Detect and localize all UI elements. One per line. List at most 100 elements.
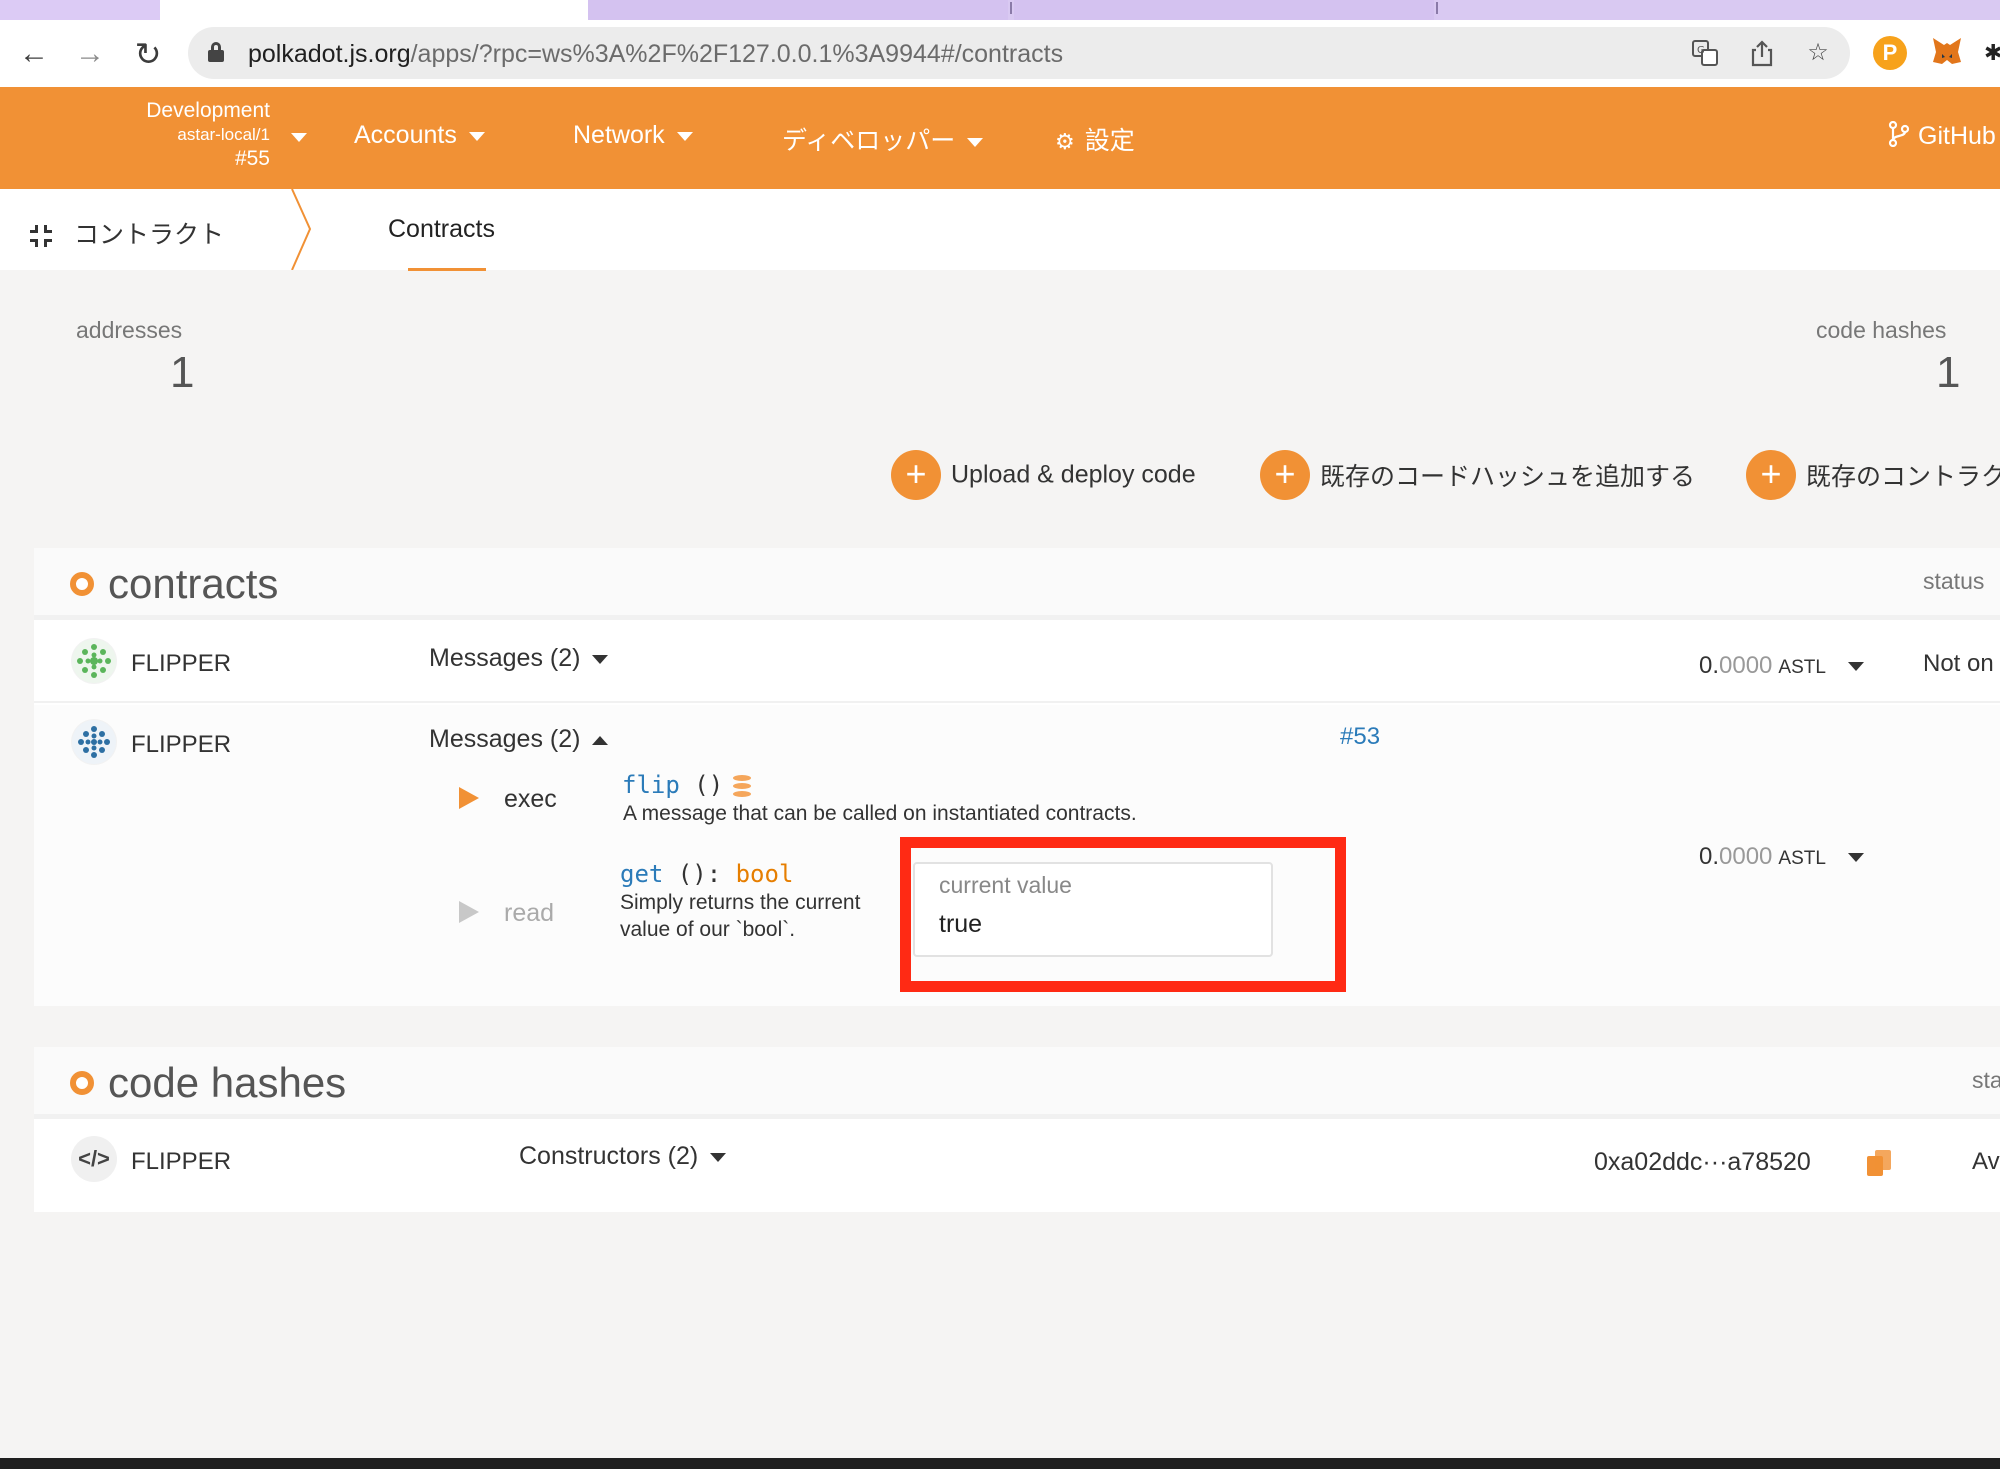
plus-icon: +	[1260, 450, 1310, 500]
chevron-up-icon	[592, 735, 609, 745]
url-path: /apps/?rpc=ws%3A%2F%2F127.0.0.1%3A9944#/…	[410, 40, 1064, 68]
menu-developer-label: ディベロッパー	[782, 127, 956, 155]
browser-tab[interactable]	[588, 0, 1008, 20]
chain-name: Development	[146, 99, 270, 122]
extensions-puzzle-icon[interactable]: ✱	[1984, 36, 2000, 70]
app-header: Development astar-local/1 #55 Accounts N…	[0, 87, 2000, 189]
addresses-count: 1	[170, 348, 195, 397]
chevron-down-icon	[676, 131, 693, 141]
code-hashes-count: 1	[1936, 348, 1961, 397]
constructors-toggle[interactable]: Constructors (2)	[519, 1142, 727, 1171]
messages-toggle[interactable]: Messages (2)	[429, 644, 609, 673]
code-hashes-table-header: code hashes sta	[34, 1047, 2000, 1119]
add-code-hash-label: 既存のコードハッシュを追加する	[1320, 463, 1696, 491]
upload-deploy-label: Upload & deploy code	[951, 460, 1196, 489]
browser-tab-active[interactable]	[160, 0, 588, 22]
addresses-label: addresses	[76, 317, 183, 343]
active-tab-indicator	[408, 268, 486, 271]
lock-icon[interactable]	[208, 42, 224, 62]
code-hashes-label: code hashes	[1816, 317, 1947, 343]
contract-status: Not on	[1923, 650, 1994, 677]
table-row: </> FLIPPER Constructors (2) 0xa02ddc···…	[34, 1124, 2000, 1212]
balance-unit: ASTL	[1778, 657, 1826, 678]
messages-toggle[interactable]: Messages (2)	[429, 725, 609, 754]
github-label: GitHub	[1918, 122, 1996, 151]
add-contract-label: 既存のコントラク	[1806, 463, 2000, 491]
flip-method-doc: A message that can be called on instanti…	[623, 802, 1137, 825]
table-row: FLIPPER Messages (2) 0.0000 ASTL Not on	[34, 625, 2000, 703]
browser-tab-previous[interactable]	[0, 0, 160, 20]
menu-accounts-label: Accounts	[354, 121, 457, 149]
chain-block: #55	[234, 147, 270, 170]
balance-unit: ASTL	[1778, 848, 1826, 869]
code-hash-name[interactable]: FLIPPER	[131, 1148, 231, 1176]
tab-contracts[interactable]: Contracts	[388, 215, 495, 244]
chain-runtime: astar-local/1	[177, 125, 270, 144]
breadcrumb-chevron-icon	[291, 189, 312, 270]
chevron-down-icon	[710, 1152, 727, 1162]
metamask-fox-icon[interactable]	[1930, 36, 1964, 70]
chevron-down-icon	[592, 654, 609, 664]
github-link[interactable]: GitHub	[1888, 120, 1996, 154]
tab-separator	[1010, 2, 1012, 14]
tab-separator	[1436, 2, 1438, 14]
contract-identicon[interactable]	[71, 638, 117, 684]
sub-navigation: コントラクト Contracts	[0, 189, 2000, 270]
upload-deploy-button[interactable]: + Upload & deploy code	[891, 450, 1196, 500]
menu-settings-label: 設定	[1084, 127, 1135, 155]
chevron-down-icon	[1847, 853, 1864, 863]
add-contract-button[interactable]: + 既存のコントラク	[1746, 450, 2000, 500]
collapse-icon[interactable]	[30, 225, 52, 248]
contract-block-link[interactable]: #53	[1340, 723, 1380, 751]
get-method-doc: Simply returns the current value of our `…	[620, 889, 860, 943]
contract-identicon[interactable]	[71, 719, 117, 765]
back-arrow-icon[interactable]: ←	[16, 36, 52, 72]
play-icon[interactable]	[459, 787, 479, 809]
get-doc-line-1: Simply returns the current	[620, 891, 861, 914]
flip-method: flip ()	[622, 771, 752, 799]
get-method: get (): bool	[620, 860, 793, 888]
reload-icon[interactable]: ↻	[130, 36, 166, 72]
url-text[interactable]: polkadot.js.org/apps/?rpc=ws%3A%2F%2F127…	[248, 40, 1063, 69]
gears-icon: ⚙	[1055, 129, 1075, 154]
chevron-down-icon	[468, 131, 485, 141]
section-dot-icon	[70, 1070, 94, 1095]
chevron-down-icon[interactable]	[291, 133, 307, 142]
translate-icon[interactable]: G	[1691, 39, 1719, 67]
balance-fraction: 0000	[1719, 843, 1773, 870]
messages-label: Messages (2)	[429, 644, 581, 672]
browser-tab[interactable]	[1014, 0, 1434, 20]
balance-integer: 0.	[1699, 843, 1720, 870]
flip-method-signature: ()	[679, 771, 724, 799]
code-hashes-table: code hashes sta </> FLIPPER Constructors…	[34, 1047, 2000, 1212]
contract-balance[interactable]: 0.0000 ASTL	[1699, 843, 1864, 871]
copy-icon[interactable]	[1867, 1150, 1891, 1176]
page: ← → ↻ polkadot.js.org/apps/?rpc=ws%3A%2F…	[0, 0, 2000, 1458]
get-method-signature: ():	[663, 860, 736, 888]
chain-selector[interactable]: Development astar-local/1 #55	[110, 99, 270, 171]
contract-name[interactable]: FLIPPER	[131, 650, 231, 678]
database-icon	[733, 775, 752, 797]
menu-network[interactable]: Network	[573, 121, 693, 150]
address-bar[interactable]: polkadot.js.org/apps/?rpc=ws%3A%2F%2F127…	[188, 27, 1850, 79]
add-code-hash-button[interactable]: + 既存のコードハッシュを追加する	[1260, 450, 1695, 500]
extension-p-icon[interactable]: P	[1873, 36, 1907, 70]
contract-name[interactable]: FLIPPER	[131, 731, 231, 759]
contracts-table-header: contracts status	[34, 548, 2000, 620]
plus-icon: +	[1746, 450, 1796, 500]
get-method-name: get	[620, 860, 664, 888]
bookmark-star-icon[interactable]: ☆	[1804, 39, 1832, 67]
menu-accounts[interactable]: Accounts	[354, 121, 485, 150]
browser-tab-strip	[0, 0, 2000, 22]
contract-balance[interactable]: 0.0000 ASTL	[1699, 652, 1864, 680]
menu-network-label: Network	[573, 121, 665, 149]
menu-settings[interactable]: ⚙ 設定	[1055, 121, 1135, 157]
menu-developer[interactable]: ディベロッパー	[782, 121, 984, 157]
play-icon	[459, 901, 479, 923]
forward-arrow-icon[interactable]: →	[72, 36, 108, 72]
read-label: read	[504, 899, 555, 927]
share-icon[interactable]	[1748, 39, 1776, 67]
messages-label: Messages (2)	[429, 725, 581, 753]
flip-method-name: flip	[622, 771, 680, 799]
exec-label[interactable]: exec	[504, 785, 557, 814]
